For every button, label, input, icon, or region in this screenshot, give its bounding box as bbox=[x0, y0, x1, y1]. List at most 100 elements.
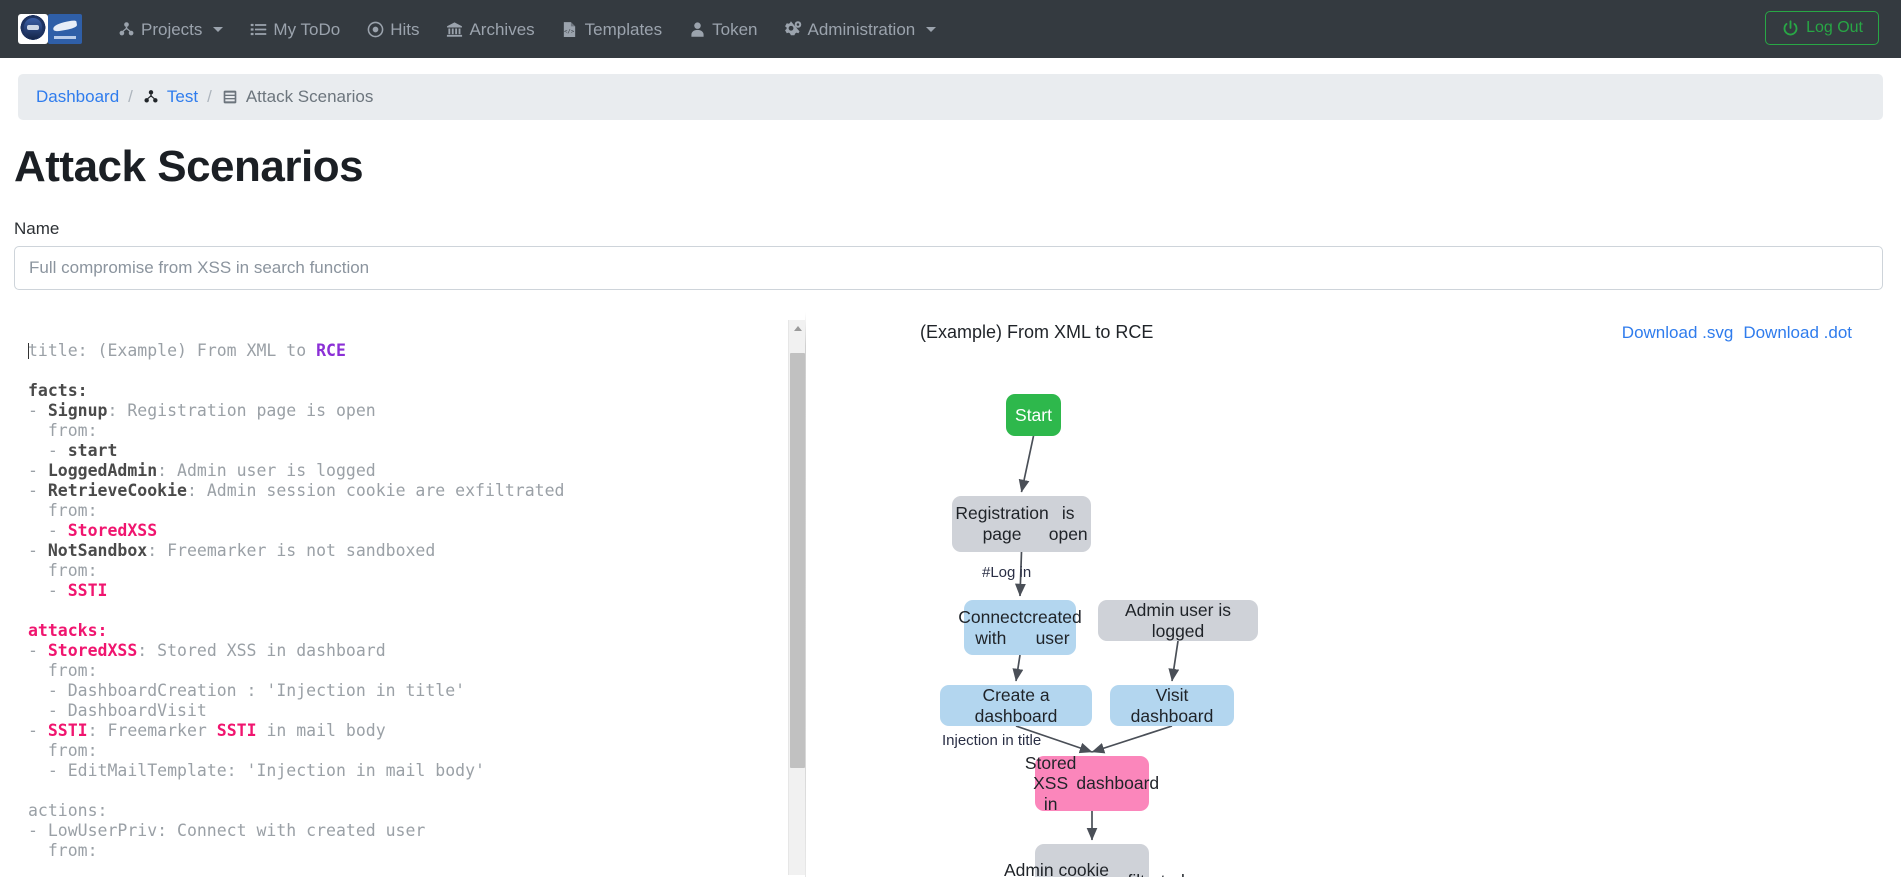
code-line: - SSTI bbox=[28, 581, 108, 600]
code-token: - bbox=[28, 401, 48, 420]
nav-item-archives[interactable]: Archives bbox=[432, 12, 547, 46]
graph-node-label: Stored XSS in bbox=[1024, 752, 1077, 814]
code-line: - StoredXSS: Stored XSS in dashboard bbox=[28, 641, 386, 660]
code-line: - SSTI: Freemarker SSTI in mail body bbox=[28, 721, 386, 740]
code-line: - LowUserPriv: Connect with created user bbox=[28, 821, 425, 840]
code-token: RetrieveCookie bbox=[47, 481, 187, 500]
name-input[interactable] bbox=[14, 246, 1883, 290]
code-token: StoredXSS bbox=[47, 641, 138, 660]
code-token: - DashboardCreation : 'Injection in titl… bbox=[47, 681, 466, 700]
code-token: - LowUserPriv: Connect with created user bbox=[28, 821, 426, 840]
attack-scenario-graph: (Example) From XML to RCE Start Registrat… bbox=[806, 312, 1901, 877]
nav-item-label: Projects bbox=[141, 19, 203, 39]
code-token: - bbox=[28, 481, 48, 500]
list-icon bbox=[249, 20, 267, 38]
nav-item-projects[interactable]: Projects bbox=[104, 12, 236, 46]
code-line: facts: bbox=[28, 381, 88, 400]
breadcrumb-link[interactable]: Dashboard bbox=[36, 87, 119, 107]
code-token: SSTI bbox=[67, 581, 108, 600]
breadcrumb-link[interactable]: Test bbox=[167, 87, 198, 107]
nav-item-templates[interactable]: </> Templates bbox=[548, 12, 675, 46]
blue-banner-logo-icon bbox=[48, 14, 82, 44]
nav-item-label: Hits bbox=[390, 19, 420, 39]
graph-pane: Download .svg Download .dot (Example) Fr… bbox=[806, 312, 1901, 877]
graph-node-label: dashboard bbox=[1076, 773, 1160, 794]
breadcrumb: Dashboard / Test / Attack Scenarios bbox=[18, 74, 1883, 120]
target-icon bbox=[366, 20, 384, 38]
code-line: from: bbox=[28, 661, 98, 680]
nav-item-label: My ToDo bbox=[273, 19, 341, 39]
spider-shield-logo-icon bbox=[18, 14, 48, 44]
code-token: facts: bbox=[28, 381, 88, 400]
code-token: from: bbox=[47, 421, 98, 440]
code-line: - start bbox=[28, 441, 118, 460]
editor-scrollbar[interactable] bbox=[788, 320, 805, 875]
code-line: from: bbox=[28, 421, 98, 440]
graph-edge-connect-to-createdash bbox=[1012, 654, 1024, 682]
code-token: : Admin user is logged bbox=[157, 461, 376, 480]
graph-node-exfil[interactable]: Admin sessioncookie areexfiltrated bbox=[1004, 844, 1185, 877]
editor-graph-split: title: (Example) From XML to RCE facts: … bbox=[0, 312, 1901, 877]
code-line: - RetrieveCookie: Admin session cookie a… bbox=[28, 481, 564, 500]
nav-item-token[interactable]: Token bbox=[675, 12, 770, 46]
yaml-editor-pane[interactable]: title: (Example) From XML to RCE facts: … bbox=[0, 312, 788, 877]
code-token: : Freemarker bbox=[87, 721, 217, 740]
code-token: from: bbox=[47, 741, 98, 760]
nav-item-label: Token bbox=[712, 19, 758, 39]
nav-item-my-todo[interactable]: My ToDo bbox=[236, 12, 353, 46]
graph-node-label: Connect with bbox=[958, 606, 1024, 648]
scrollbar-thumb[interactable] bbox=[790, 352, 805, 769]
breadcrumb-item-attack-scenarios: Attack Scenarios bbox=[221, 87, 374, 107]
graph-node-label: Create a dashboard bbox=[974, 684, 1058, 726]
chevron-down-icon bbox=[213, 26, 224, 32]
code-token: actions: bbox=[28, 801, 108, 820]
code-token: : Freemarker is not sandboxed bbox=[147, 541, 436, 560]
code-line: from: bbox=[28, 501, 98, 520]
nav-item-administration[interactable]: Administration bbox=[771, 12, 950, 46]
code-line: actions: bbox=[28, 801, 107, 820]
sitemap-icon bbox=[117, 20, 135, 38]
graph-node-start[interactable]: Start bbox=[1006, 394, 1061, 436]
graph-node-createdash[interactable]: Create a dashboard bbox=[940, 685, 1092, 726]
graph-node-label: Registration page bbox=[955, 503, 1049, 544]
graph-node-label: Visit dashboard bbox=[1130, 684, 1214, 726]
code-token: from: bbox=[47, 661, 98, 680]
nav-item-label: Archives bbox=[469, 19, 535, 39]
graph-node-regpage[interactable]: Registration page is open bbox=[952, 496, 1091, 552]
code-token: from: bbox=[47, 561, 98, 580]
file-code-icon: </> bbox=[561, 20, 579, 38]
graph-node-label: created user bbox=[1023, 606, 1082, 648]
code-token: - bbox=[47, 441, 68, 460]
breadcrumb-item-test[interactable]: Test bbox=[142, 87, 198, 107]
code-line: - Signup: Registration page is open bbox=[28, 401, 376, 420]
graph-edge-start-to-regpage bbox=[1018, 435, 1035, 493]
code-line: title: (Example) From XML to RCE bbox=[28, 341, 346, 360]
code-token: LoggedAdmin bbox=[47, 461, 158, 480]
graph-node-label: cookie are bbox=[1058, 860, 1110, 877]
graph-node-storedxss[interactable]: Stored XSS in dashboard bbox=[1025, 753, 1159, 814]
code-token: Signup bbox=[47, 401, 108, 420]
code-token: RCE bbox=[316, 341, 346, 360]
graph-node-label: Admin session bbox=[1003, 860, 1054, 877]
code-line: - DashboardVisit bbox=[28, 701, 207, 720]
graph-node-visitdash[interactable]: Visit dashboard bbox=[1110, 685, 1234, 726]
brand-logo[interactable] bbox=[18, 14, 82, 44]
breadcrumb-current-label: Attack Scenarios bbox=[245, 87, 374, 106]
graph-node-adminlogged[interactable]: Admin user is logged bbox=[1098, 600, 1258, 641]
code-token: : Registration page is open bbox=[107, 401, 376, 420]
code-token: - DashboardVisit bbox=[47, 701, 207, 720]
book-icon bbox=[221, 88, 239, 106]
name-field-label: Name bbox=[14, 219, 60, 238]
code-token: StoredXSS bbox=[67, 521, 158, 540]
breadcrumb-item-dashboard[interactable]: Dashboard bbox=[36, 87, 119, 107]
logout-button[interactable]: Log Out bbox=[1765, 11, 1879, 45]
code-line: - EditMailTemplate: 'Injection in mail b… bbox=[28, 761, 485, 780]
yaml-source-code[interactable]: title: (Example) From XML to RCE facts: … bbox=[0, 312, 788, 861]
graph-node-connect[interactable]: Connect with created user bbox=[958, 600, 1082, 655]
code-token: NotSandbox bbox=[47, 541, 148, 560]
code-token: - bbox=[47, 521, 68, 540]
scroll-up-arrow-icon[interactable] bbox=[789, 320, 806, 337]
code-line: attacks: bbox=[28, 621, 107, 640]
code-line: - NotSandbox: Freemarker is not sandboxe… bbox=[28, 541, 435, 560]
nav-item-hits[interactable]: Hits bbox=[353, 12, 432, 46]
